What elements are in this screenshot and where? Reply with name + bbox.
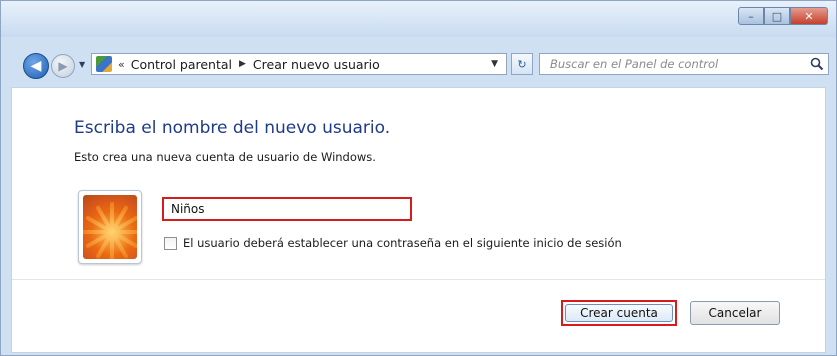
cancel-button[interactable]: Cancelar	[690, 301, 780, 325]
breadcrumb-control-parental[interactable]: Control parental	[131, 57, 232, 72]
new-user-name-input[interactable]	[162, 197, 412, 221]
user-picture-frame	[78, 190, 142, 264]
flower-avatar-icon	[83, 195, 137, 259]
create-account-button[interactable]: Crear cuenta	[565, 304, 673, 322]
forward-button[interactable]: ▶	[51, 54, 75, 78]
search-box[interactable]	[539, 53, 829, 75]
password-checkbox[interactable]	[164, 236, 177, 250]
password-checkbox-label: El usuario deberá establecer una contras…	[183, 236, 622, 250]
page-description: Esto crea una nueva cuenta de usuario de…	[74, 150, 376, 164]
back-arrow-icon: ◀	[30, 58, 42, 74]
search-input[interactable]	[548, 56, 812, 72]
address-bar[interactable]: « Control parental ▶ Crear nuevo usuario…	[91, 53, 507, 75]
breadcrumb-separator-icon[interactable]: ▶	[239, 59, 246, 69]
page-title: Escriba el nombre del nuevo usuario.	[74, 118, 391, 138]
search-icon[interactable]	[810, 57, 824, 71]
forward-arrow-icon: ▶	[58, 59, 68, 73]
address-dropdown-icon[interactable]: ▼	[491, 59, 498, 69]
button-area-divider	[12, 279, 825, 280]
maximize-button[interactable]: □	[764, 7, 790, 25]
breadcrumb-overflow-chevron[interactable]: «	[118, 58, 125, 71]
breadcrumb-crear-nuevo-usuario[interactable]: Crear nuevo usuario	[253, 57, 380, 72]
control-panel-icon	[96, 56, 112, 72]
title-bar[interactable]: – □ ✕	[1, 1, 836, 37]
minimize-button[interactable]: –	[738, 7, 764, 25]
password-on-next-login-option[interactable]: El usuario deberá establecer una contras…	[164, 236, 622, 250]
back-button[interactable]: ◀	[23, 53, 49, 79]
navigation-bar: ◀ ▶ ▼ « Control parental ▶ Crear nuevo u…	[1, 51, 836, 79]
refresh-button[interactable]: ↻	[511, 53, 533, 75]
control-panel-window: – □ ✕ ◀ ▶ ▼ « Control parental ▶ Crear n…	[0, 0, 837, 356]
content-pane: Escriba el nombre del nuevo usuario. Est…	[11, 87, 826, 353]
refresh-icon: ↻	[517, 57, 527, 71]
close-button[interactable]: ✕	[790, 7, 828, 25]
create-account-button-highlight: Crear cuenta	[561, 300, 677, 326]
recent-pages-dropdown[interactable]: ▼	[79, 60, 85, 69]
caption-buttons: – □ ✕	[738, 7, 828, 25]
